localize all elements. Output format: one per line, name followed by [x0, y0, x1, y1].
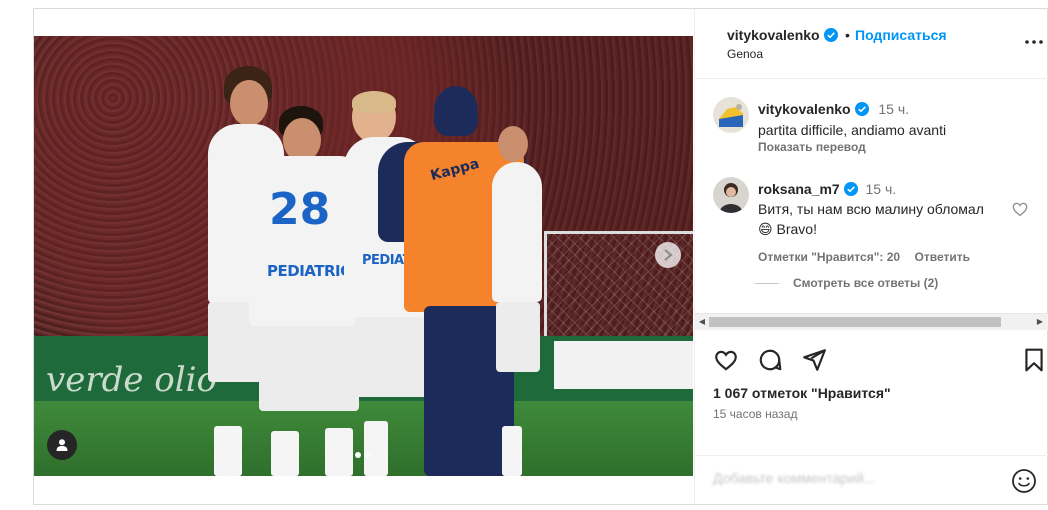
carousel-dot-active	[355, 452, 361, 458]
carousel-dots	[355, 452, 371, 458]
header-separator: •	[845, 27, 850, 43]
comment-input-area[interactable]: Добавьте комментарий...	[695, 455, 1048, 504]
grin-emoji: 😄	[758, 221, 773, 237]
view-all-replies-button[interactable]: Смотреть все ответы (2)	[755, 276, 938, 290]
ad-hoarding-text: verde olio	[46, 360, 217, 400]
post-card: verde olio 28 PEDIATRICA PEDIATRICA Kapp…	[33, 8, 1048, 505]
author-username[interactable]: vitykovalenko	[727, 27, 838, 43]
post-timestamp: 15 часов назад	[713, 407, 798, 421]
bookmark-icon[interactable]	[1021, 347, 1047, 373]
share-send-icon[interactable]	[801, 347, 827, 373]
player-right	[492, 126, 542, 476]
verified-badge-icon	[823, 28, 838, 42]
commenter-avatar[interactable]	[713, 177, 749, 213]
show-translation-button[interactable]: Показать перевод	[758, 140, 866, 154]
carousel-next-button[interactable]	[655, 242, 681, 268]
comment-time: 15 ч.	[865, 181, 897, 197]
emoji-smiley-icon[interactable]	[1011, 468, 1037, 494]
author-avatar[interactable]	[713, 97, 749, 133]
scrollbar-thumb[interactable]	[709, 317, 1001, 327]
comment-text-line2: 😄 Bravo!	[758, 221, 817, 237]
chevron-right-icon	[664, 249, 673, 261]
comment-input[interactable]: Добавьте комментарий...	[713, 470, 875, 486]
caption-username[interactable]: vitykovalenko	[758, 101, 872, 117]
comment-meta: Отметки "Нравится": 20 Ответить	[758, 248, 970, 266]
tagged-users-button[interactable]	[47, 430, 77, 460]
verified-badge-icon	[854, 102, 869, 116]
caption-header: vitykovalenko 15 ч.	[758, 101, 909, 119]
shirt-number: 28	[269, 184, 331, 235]
comment-username[interactable]: roksana_m7	[758, 181, 862, 197]
ad-hoarding-panel	[554, 341, 693, 389]
likes-count[interactable]: 1 067 отметок "Нравится"	[713, 385, 891, 401]
like-heart-icon[interactable]	[713, 347, 739, 373]
scroll-left-icon[interactable]: ◀	[697, 317, 707, 327]
comment-likes-count[interactable]: Отметки "Нравится": 20	[758, 250, 900, 264]
caption-text: partita difficile, andiamo avanti	[758, 122, 947, 138]
post-header: vitykovalenko • Подписаться Genoa	[695, 9, 1048, 79]
scroll-right-icon[interactable]: ▶	[1035, 317, 1045, 327]
comment-bubble-icon[interactable]	[757, 347, 783, 373]
replies-divider	[755, 282, 779, 284]
verified-badge-icon	[843, 182, 858, 196]
comment-like-heart-icon[interactable]	[1011, 200, 1029, 218]
post-details-panel: vitykovalenko • Подписаться Genoa vityko…	[694, 9, 1048, 504]
more-options-icon[interactable]	[1023, 35, 1045, 49]
comments-section: vitykovalenko 15 ч. partita difficile, a…	[695, 80, 1048, 325]
post-actions-bar	[695, 343, 1048, 377]
avatar-image	[713, 177, 749, 213]
follow-button[interactable]: Подписаться	[855, 27, 947, 43]
avatar-image	[713, 97, 749, 133]
reply-button[interactable]: Ответить	[915, 250, 970, 264]
horizontal-scrollbar[interactable]: ◀ ▶	[695, 313, 1048, 330]
carousel-dot	[365, 452, 371, 458]
user-icon	[56, 439, 68, 451]
post-location[interactable]: Genoa	[727, 47, 763, 61]
comment-header: roksana_m7 15 ч.	[758, 181, 896, 199]
post-photo[interactable]: verde olio 28 PEDIATRICA PEDIATRICA Kapp…	[34, 36, 693, 476]
comment-text-line1: Витя, ты нам всю малину обломал	[758, 201, 984, 217]
caption-time: 15 ч.	[878, 101, 910, 117]
